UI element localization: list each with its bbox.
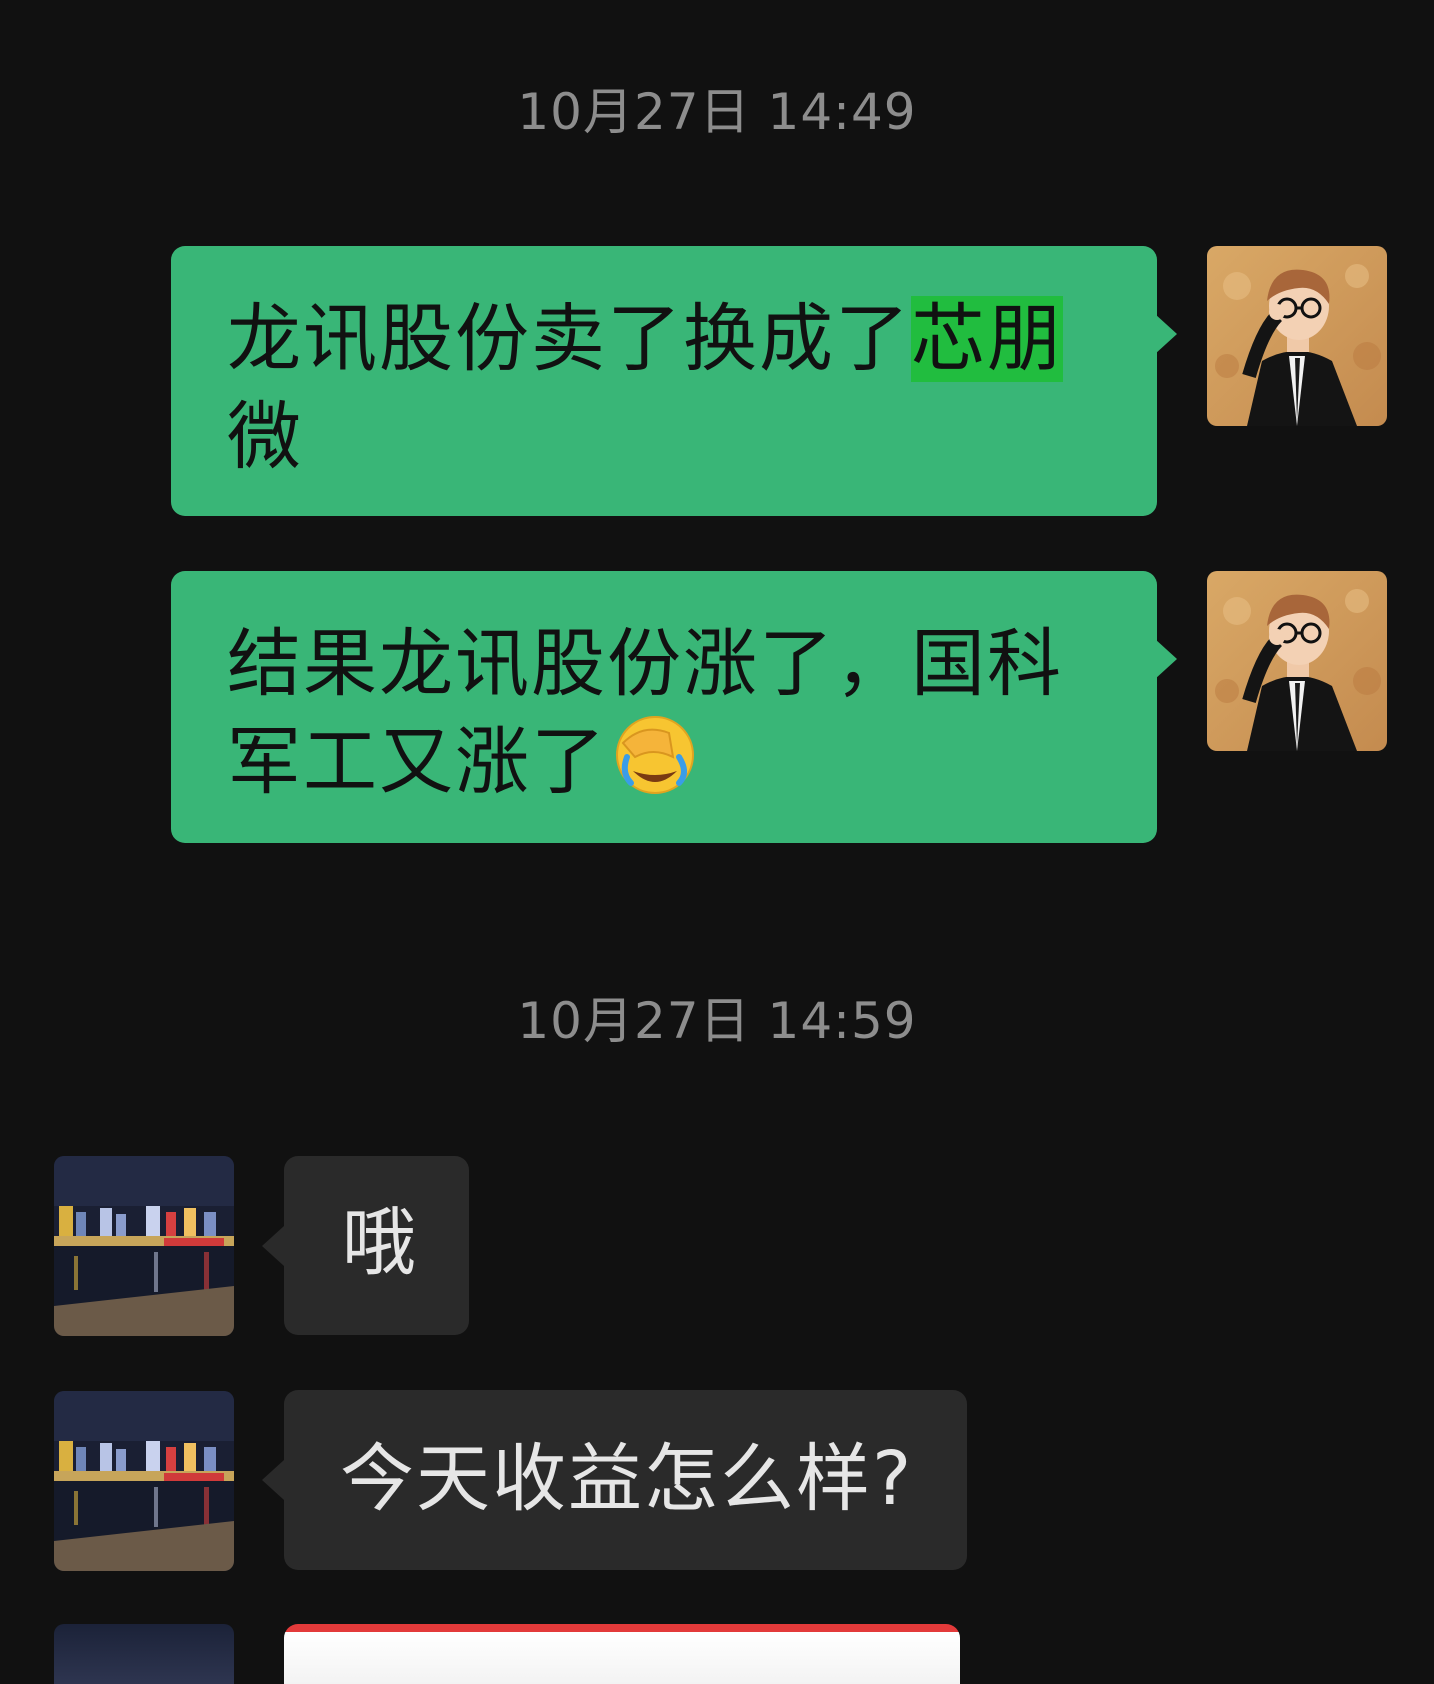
outgoing-message-bubble[interactable]: 结果龙讯股份涨了，国科军工又涨了 bbox=[171, 571, 1177, 843]
message-text-part: 微 bbox=[227, 394, 303, 480]
timestamp: 10月27日 14:49 bbox=[517, 83, 917, 141]
timestamp: 10月27日 14:59 bbox=[517, 992, 917, 1050]
message-text: 今天收益怎么样? bbox=[340, 1436, 914, 1522]
contact-avatar-partial[interactable] bbox=[54, 1624, 234, 1684]
message-text: 哦 bbox=[342, 1200, 418, 1286]
contact-avatar[interactable] bbox=[54, 1156, 234, 1336]
portrait-avatar-image bbox=[1207, 571, 1387, 751]
face-palm-tears-emoji-icon bbox=[613, 713, 697, 797]
portrait-avatar-image bbox=[1207, 246, 1387, 426]
shared-card-partial[interactable] bbox=[284, 1624, 960, 1684]
contact-avatar[interactable] bbox=[54, 1391, 234, 1571]
incoming-message-bubble[interactable]: 哦 bbox=[262, 1156, 469, 1335]
incoming-message-bubble[interactable]: 今天收益怎么样? bbox=[262, 1390, 967, 1570]
message-text: 龙讯股份卖了换成了芯朋微 bbox=[227, 290, 1107, 486]
message-text: 结果龙讯股份涨了，国科军工又涨了 bbox=[227, 615, 1107, 811]
message-text-part: 龙讯股份卖了换成了 bbox=[227, 296, 911, 382]
night-city-avatar-image bbox=[54, 1156, 234, 1336]
night-city-avatar-image bbox=[54, 1391, 234, 1571]
highlighted-text: 芯朋 bbox=[911, 296, 1063, 382]
own-avatar[interactable] bbox=[1207, 571, 1387, 751]
own-avatar[interactable] bbox=[1207, 246, 1387, 426]
outgoing-message-bubble[interactable]: 龙讯股份卖了换成了芯朋微 bbox=[171, 246, 1177, 516]
